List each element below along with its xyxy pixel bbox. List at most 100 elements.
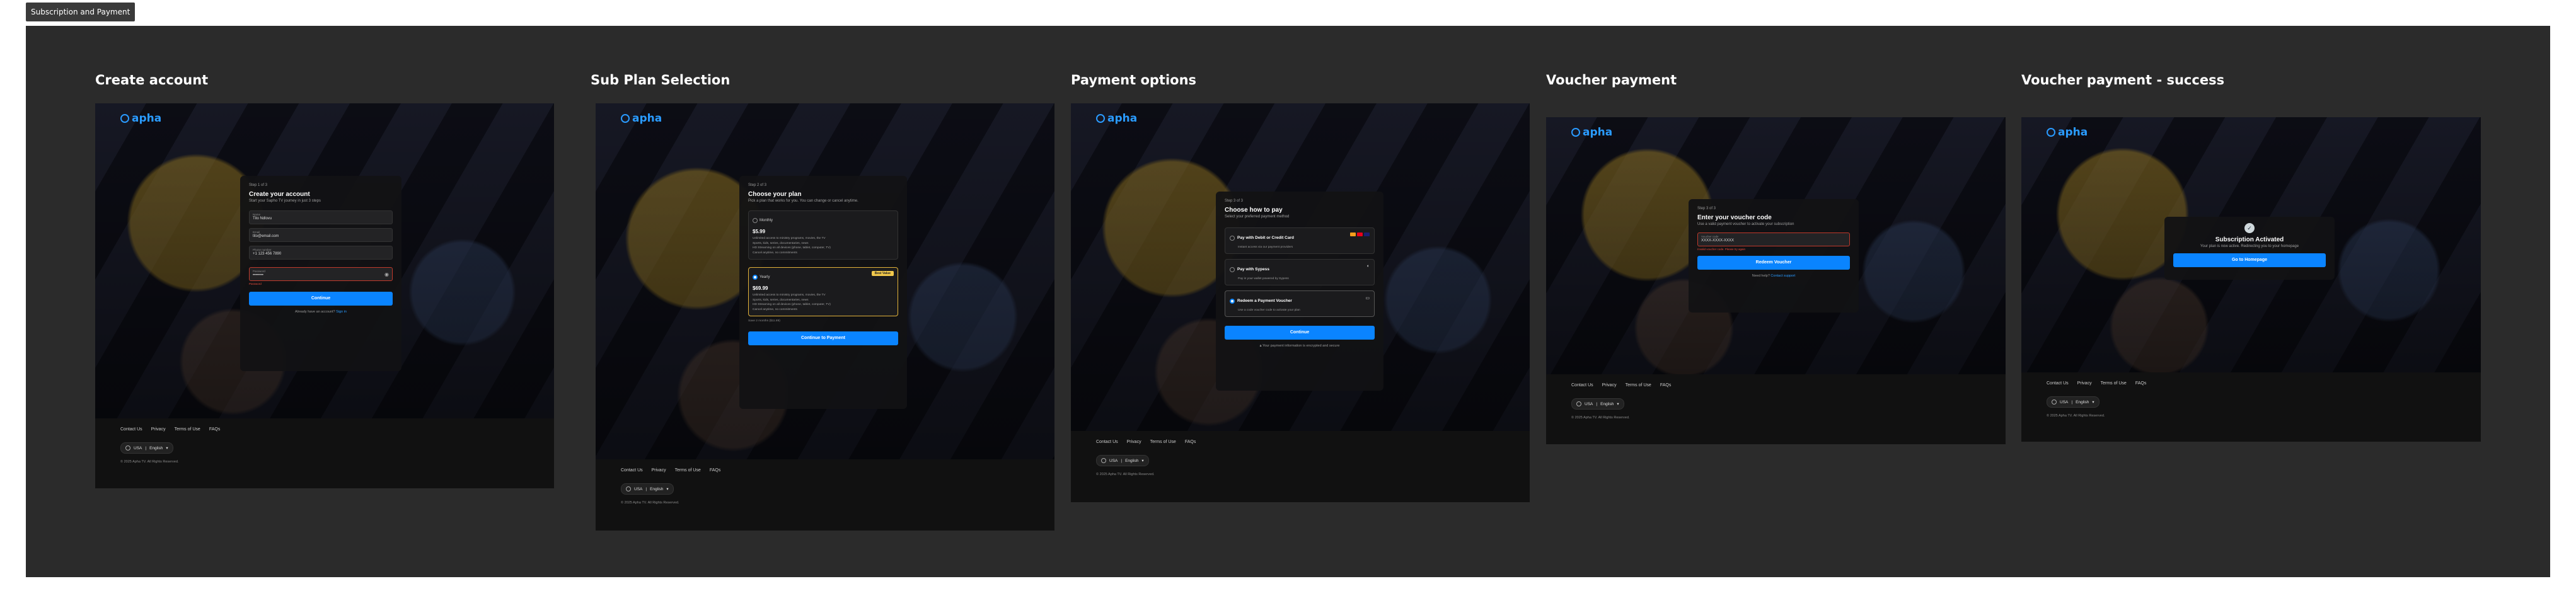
globe-icon (125, 445, 130, 451)
footer: Contact Us Privacy Terms of Use FAQs USA… (2021, 372, 2481, 442)
copyright: © 2025 Apha TV. All Rights Reserved. (1571, 416, 1630, 420)
chevron-down-icon: ▾ (666, 487, 669, 491)
footer-link-privacy[interactable]: Privacy (2077, 381, 2092, 386)
footer-link-privacy[interactable]: Privacy (652, 468, 666, 473)
footer-link-faqs[interactable]: FAQs (710, 468, 721, 473)
logo-mark-icon (120, 114, 129, 123)
footer-link-terms[interactable]: Terms of Use (675, 468, 701, 473)
field-label: Voucher code (1701, 235, 1719, 238)
plan-feature: Unlimited access to ministry programs, m… (753, 237, 826, 240)
footer-link-terms[interactable]: Terms of Use (1626, 383, 1651, 388)
footer: Contact Us Privacy Terms of Use FAQs USA… (95, 418, 554, 488)
footer-link-faqs[interactable]: FAQs (2135, 381, 2147, 386)
footer-link-contact[interactable]: Contact Us (1096, 440, 1118, 444)
footer-link-contact[interactable]: Contact Us (1571, 383, 1593, 388)
plan-features: Unlimited access to ministry programs, m… (753, 293, 894, 312)
phone-field[interactable]: Phone number +1 123 456 7890 (249, 246, 393, 260)
globe-icon (2052, 399, 2057, 405)
step-indicator: Step 2 of 3 (748, 183, 767, 187)
brand-logo[interactable]: apha (621, 112, 662, 125)
locale-divider: | (1596, 401, 1598, 406)
footer-link-terms[interactable]: Terms of Use (175, 427, 200, 432)
footer-link-faqs[interactable]: FAQs (209, 427, 221, 432)
footer-link-contact[interactable]: Contact Us (2047, 381, 2069, 386)
eye-icon[interactable]: ◉ (384, 272, 389, 277)
logo-text: apha (632, 112, 662, 125)
locale-selector[interactable]: USA | English ▾ (1571, 398, 1624, 410)
create-account-card: Step 1 of 3 Create your account Start yo… (240, 176, 401, 371)
brand-logo[interactable]: apha (2047, 126, 2088, 139)
plan-option-yearly[interactable]: Yearly Best Value $69.99 Unlimited acces… (748, 267, 898, 316)
globe-icon (1101, 458, 1106, 463)
payment-option-sypess[interactable]: Pay with Sypess ◐ Pay in your wallet pow… (1225, 259, 1375, 285)
redeem-voucher-button[interactable]: Redeem Voucher (1697, 256, 1850, 270)
card-subtitle: Start your Sapho TV journey in just 3 st… (249, 199, 321, 203)
plan-selection-card: Step 2 of 3 Choose your plan Pick a plan… (739, 176, 907, 409)
step-indicator: Step 3 of 3 (1225, 199, 1244, 203)
frame-payment-options: apha Step 3 of 3 Choose how to pay Selec… (1071, 103, 1530, 502)
country-label: USA (1585, 401, 1593, 406)
language-label: English (650, 486, 664, 491)
field-label: Password (253, 270, 265, 273)
logo-text: apha (2058, 126, 2088, 139)
locale-selector[interactable]: USA | English ▾ (1096, 455, 1149, 466)
plan-option-monthly[interactable]: Monthly $5.99 Unlimited access to minist… (748, 210, 898, 260)
go-to-homepage-button[interactable]: Go to Homepage (2173, 253, 2326, 267)
name-field[interactable]: Name Tito Ndlovu (249, 210, 393, 224)
frame-create-account: apha Step 1 of 3 Create your account Sta… (95, 103, 554, 488)
footer-links: Contact Us Privacy Terms of Use FAQs (120, 427, 220, 432)
secure-note-text: Your payment information is encrypted an… (1262, 344, 1340, 348)
plan-price: $5.99 (753, 229, 766, 234)
continue-button[interactable]: Continue (249, 292, 393, 306)
frame-voucher-success: apha ✓ Subscription Activated Your plan … (2021, 117, 2481, 442)
brand-logo[interactable]: apha (120, 112, 161, 125)
best-value-badge: Best Value (871, 271, 894, 276)
payment-option-voucher[interactable]: Redeem a Payment Voucher ▭ Use a code vo… (1225, 290, 1375, 317)
contact-support-link[interactable]: Contact support (1770, 274, 1795, 278)
email-field[interactable]: Email tito@email.com (249, 228, 393, 242)
footer-link-faqs[interactable]: FAQs (1185, 440, 1196, 444)
brand-logo[interactable]: apha (1571, 126, 1612, 139)
footer-link-faqs[interactable]: FAQs (1660, 383, 1672, 388)
copyright: © 2025 Apha TV. All Rights Reserved. (120, 460, 179, 464)
chevron-down-icon: ▾ (1141, 459, 1144, 463)
continue-button[interactable]: Continue (1225, 326, 1375, 340)
checkmark-icon: ✓ (2244, 223, 2255, 233)
country-label: USA (1109, 458, 1118, 463)
radio-icon (1230, 267, 1235, 272)
footer-link-privacy[interactable]: Privacy (1127, 440, 1141, 444)
footer-link-privacy[interactable]: Privacy (1602, 383, 1617, 388)
footer-link-contact[interactable]: Contact Us (621, 468, 643, 473)
signin-prompt: Already have an account? Sign in (249, 310, 393, 314)
footer: Contact Us Privacy Terms of Use FAQs USA… (1546, 374, 2006, 444)
footer-links: Contact Us Privacy Terms of Use FAQs (2047, 381, 2146, 386)
chevron-down-icon: ▾ (2092, 400, 2094, 405)
country-label: USA (2060, 399, 2069, 405)
password-field[interactable]: Password •••••••• ◉ (249, 267, 393, 281)
design-canvas: Create account apha Step 1 of 3 Create y… (26, 26, 2550, 577)
locale-selector[interactable]: USA | English ▾ (621, 483, 674, 495)
payment-option-card[interactable]: Pay with Debit or Credit Card Instant ac… (1225, 227, 1375, 254)
footer-link-terms[interactable]: Terms of Use (1150, 440, 1176, 444)
signin-link[interactable]: Sign in (336, 310, 347, 314)
footer-link-terms[interactable]: Terms of Use (2101, 381, 2127, 386)
language-label: English (149, 445, 163, 451)
locale-selector[interactable]: USA | English ▾ (120, 442, 173, 454)
logo-mark-icon (1096, 114, 1105, 123)
plan-features: Unlimited access to ministry programs, m… (753, 236, 894, 255)
locale-selector[interactable]: USA | English ▾ (2047, 396, 2099, 408)
continue-to-payment-button[interactable]: Continue to Payment (748, 331, 898, 345)
frame-title-create: Create account (95, 72, 209, 88)
footer-link-privacy[interactable]: Privacy (151, 427, 166, 432)
plan-feature: HD Streaming on all devices (phone, tabl… (753, 246, 831, 250)
radio-selected-icon (753, 274, 758, 280)
voucher-code-field[interactable]: Voucher code XXXX-XXXX-XXXX (1697, 233, 1850, 246)
payment-options-card: Step 3 of 3 Choose how to pay Select you… (1216, 192, 1383, 391)
option-title: Redeem a Payment Voucher (1237, 299, 1292, 304)
footer-links: Contact Us Privacy Terms of Use FAQs (1571, 383, 1671, 388)
plan-price: $69.99 (753, 285, 768, 291)
option-title: Pay with Debit or Credit Card (1237, 236, 1294, 241)
globe-icon (626, 486, 631, 491)
brand-logo[interactable]: apha (1096, 112, 1137, 125)
footer-link-contact[interactable]: Contact Us (120, 427, 142, 432)
